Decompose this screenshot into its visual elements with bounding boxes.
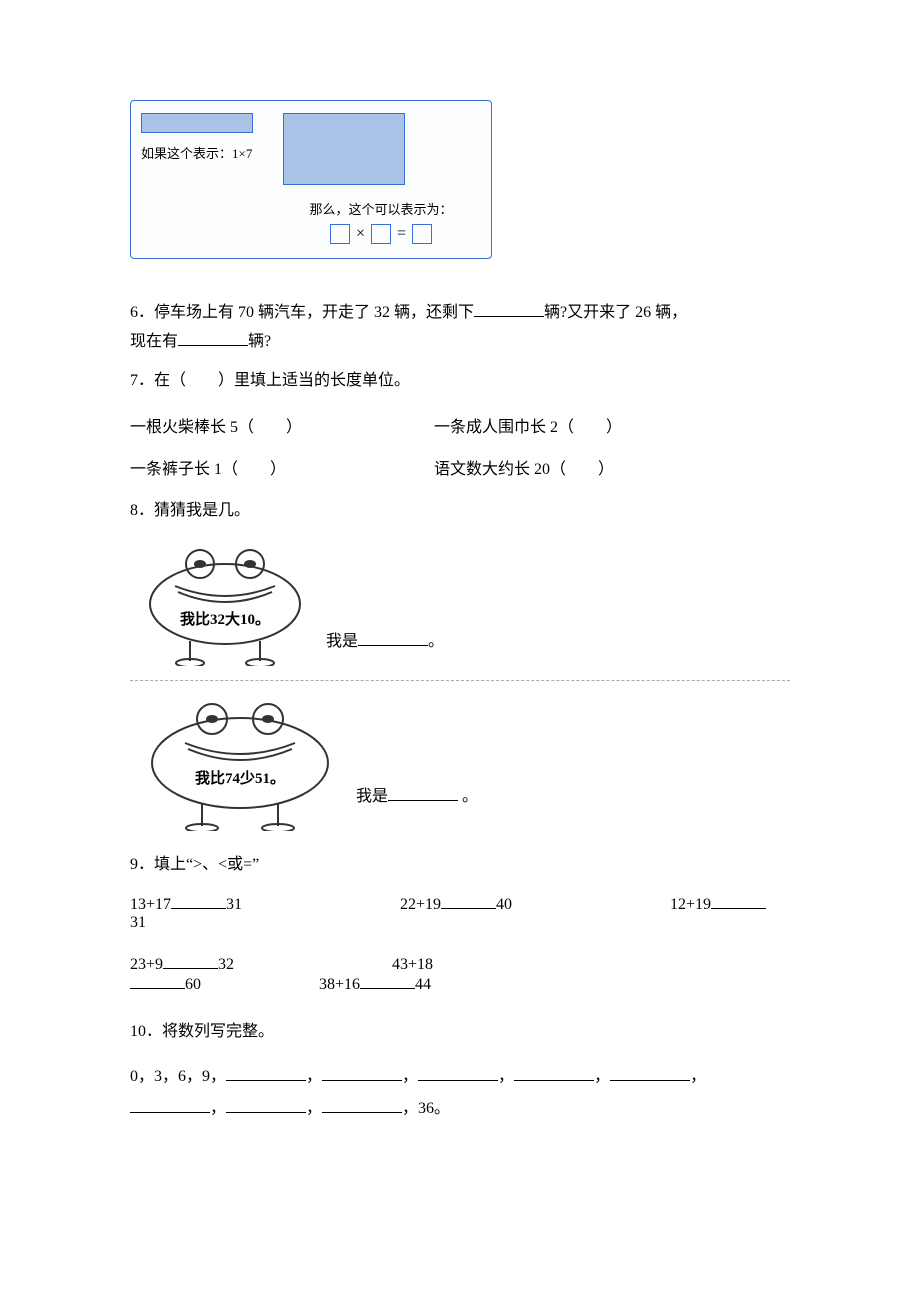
big-rectangle (283, 113, 405, 185)
q10-blank-6[interactable] (130, 1098, 210, 1113)
q8-blank-1[interactable] (358, 631, 428, 646)
q7-item-b[interactable]: 一条成人围巾长 2（ ） (434, 413, 734, 437)
answer-box-2[interactable] (371, 224, 391, 244)
q6-text-a: 6．停车场上有 70 辆汽车，开走了 32 辆，还剩下 (130, 304, 474, 321)
q9-e2b: 40 (496, 896, 512, 913)
q10-start: 0，3，6，9， (130, 1068, 226, 1085)
q10-c5: ， (690, 1068, 706, 1085)
q9-e6a: 38+16 (319, 976, 360, 993)
q10-c2: ， (402, 1068, 418, 1085)
q10-blank-2[interactable] (322, 1066, 402, 1081)
q9-blank-6[interactable] (360, 974, 415, 989)
question-5-figure: 如果这个表示：1×7 那么，这个可以表示为： × = (130, 100, 492, 259)
q10-blank-4[interactable] (514, 1066, 594, 1081)
small-rectangle (141, 113, 253, 133)
frog-row-2: 我比74少51。 我是 。 (130, 701, 790, 821)
q10-blank-3[interactable] (418, 1066, 498, 1081)
q8-answer-prefix-1: 我是 (326, 633, 358, 650)
q9-e5b: 60 (185, 976, 201, 993)
if-label: 如果这个表示：1×7 (141, 143, 252, 162)
q10-blank-1[interactable] (226, 1066, 306, 1081)
q9-e3a: 12+19 (670, 896, 711, 913)
q6-text-c: 现在有 (130, 333, 178, 350)
q10-c7: ， (306, 1100, 322, 1117)
q6-text-b: 辆?又开来了 26 辆， (544, 304, 687, 321)
q9-blank-4[interactable] (163, 954, 218, 969)
q10-c4: ， (594, 1068, 610, 1085)
q10-c3: ， (498, 1068, 514, 1085)
question-6: 6．停车场上有 70 辆汽车，开走了 32 辆，还剩下辆?又开来了 26 辆， … (130, 299, 790, 357)
q7-item-c[interactable]: 一条裤子长 1（ ） (130, 455, 430, 479)
q9-blank-1[interactable] (171, 894, 226, 909)
question-10-sequence: 0，3，6，9， ， ， ， ， ， ， ， ，36。 (130, 1061, 790, 1125)
q8-answer-suffix-1: 。 (428, 633, 444, 650)
frog-1-text: 我比32大10。 (130, 608, 320, 629)
q9-e3b: 31 (130, 914, 146, 931)
question-9-title: 9．填上“>、<或=” (130, 851, 790, 880)
question-7-row-1: 一根火柴棒长 5（ ） 一条成人围巾长 2（ ） (130, 413, 790, 437)
question-8-title: 8．猜猜我是几。 (130, 497, 790, 526)
times-symbol: × (356, 225, 365, 243)
equals-symbol: = (397, 225, 406, 243)
frog-2: 我比74少51。 (130, 701, 350, 821)
q9-e6b: 44 (415, 976, 431, 993)
q6-blank-2[interactable] (178, 331, 248, 346)
q8-answer-prefix-2: 我是 (356, 788, 388, 805)
q9-e4a: 23+9 (130, 956, 163, 973)
q9-e2a: 22+19 (400, 896, 441, 913)
q10-end: ，36。 (402, 1100, 450, 1117)
question-7-row-2: 一条裤子长 1（ ） 语文数大约长 20（ ） (130, 455, 790, 479)
q9-blank-2[interactable] (441, 894, 496, 909)
question-9-grid: 13+1731 22+1940 12+19 31 23+932 43+18 60… (130, 894, 790, 994)
q10-blank-8[interactable] (322, 1098, 402, 1113)
q10-blank-7[interactable] (226, 1098, 306, 1113)
divider (130, 680, 790, 681)
question-7-prompt: 7．在（ ）里填上适当的长度单位。 (130, 367, 790, 396)
q9-e5a: 43+18 (392, 956, 433, 973)
q6-text-d: 辆? (248, 333, 271, 350)
frog-2-text: 我比74少51。 (130, 767, 350, 788)
frog-1: 我比32大10。 (130, 546, 320, 666)
q7-item-a[interactable]: 一根火柴棒长 5（ ） (130, 413, 430, 437)
q9-blank-5[interactable] (130, 974, 185, 989)
answer-box-1[interactable] (330, 224, 350, 244)
q8-blank-2[interactable] (388, 786, 458, 801)
question-10-title: 10．将数列写完整。 (130, 1018, 790, 1047)
frog-row-1: 我比32大10。 我是 。 (130, 546, 790, 666)
frog-2-answer: 我是 。 (356, 782, 478, 821)
q10-blank-5[interactable] (610, 1066, 690, 1081)
q9-e1b: 31 (226, 896, 242, 913)
q6-blank-1[interactable] (474, 302, 544, 317)
formula-row: × = (281, 224, 481, 244)
q9-e1a: 13+17 (130, 896, 171, 913)
frog-1-answer: 我是 。 (326, 627, 444, 666)
q7-item-d[interactable]: 语文数大约长 20（ ） (434, 455, 734, 479)
q10-c6: ， (210, 1100, 226, 1117)
q10-c1: ， (306, 1068, 322, 1085)
q9-e4b: 32 (218, 956, 234, 973)
then-label: 那么，这个可以表示为： (281, 199, 481, 218)
answer-box-3[interactable] (412, 224, 432, 244)
q9-blank-3[interactable] (711, 894, 766, 909)
q8-answer-suffix-2: 。 (462, 788, 478, 805)
